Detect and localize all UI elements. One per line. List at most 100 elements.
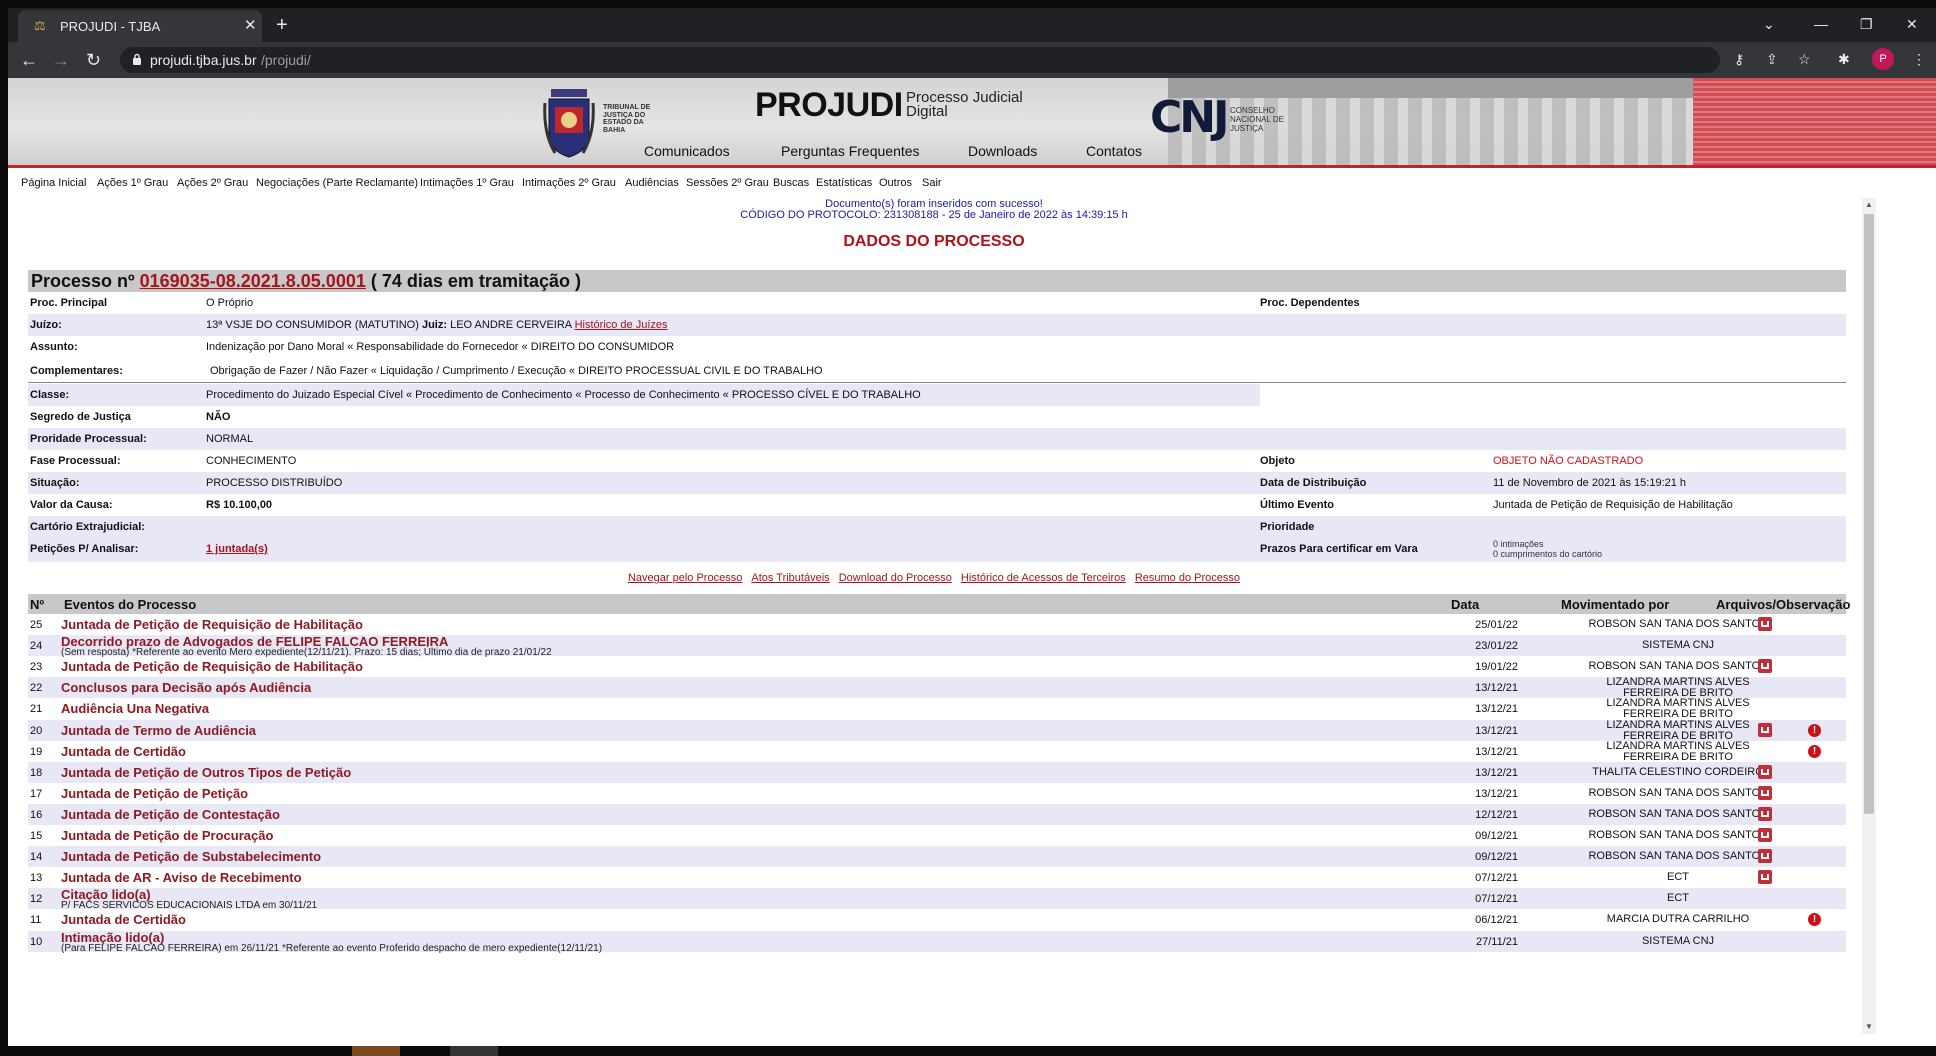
event-title-link[interactable]: Audiência Una Negativa <box>61 701 209 716</box>
tab-search-icon[interactable]: ⌄ <box>1763 14 1775 34</box>
download-file-icon[interactable] <box>1758 785 1772 800</box>
process-number-link[interactable]: 0169035-08.2021.8.05.0001 <box>140 271 366 291</box>
taskbar-app[interactable] <box>352 1046 400 1056</box>
event-title-link[interactable]: Conclusos para Decisão após Audiência <box>61 680 311 695</box>
event-date: 13/12/21 <box>1475 682 1518 695</box>
menu-pagina-inicial[interactable]: Página Inicial <box>21 177 86 189</box>
taskbar-app-2[interactable] <box>450 1046 498 1056</box>
reload-icon[interactable]: ↻ <box>86 49 101 71</box>
key-icon[interactable]: ⚷ <box>1734 49 1744 69</box>
event-title-link[interactable]: Juntada de Petição de Substabelecimento <box>61 849 321 864</box>
event-title-link[interactable]: Juntada de Petição de Petição <box>61 786 248 801</box>
extensions-puzzle-icon[interactable]: ✱ <box>1838 49 1850 69</box>
value-prioridade-processual: NORMAL <box>206 433 254 445</box>
menu-outros[interactable]: Outros <box>879 177 912 189</box>
download-file-icon[interactable] <box>1758 849 1772 864</box>
label-assunto: Assunto: <box>30 341 78 353</box>
label-segredo: Segredo de Justiça <box>30 411 131 423</box>
scrollbar-thumb[interactable] <box>1864 214 1874 814</box>
event-row: 22 Conclusos para Decisão após Audiência 1… <box>28 677 1846 699</box>
menu-kebab-icon[interactable]: ⋮ <box>1912 49 1926 69</box>
observation-alert-icon[interactable]: ! <box>1808 744 1821 758</box>
event-number: 16 <box>30 808 43 821</box>
restore-icon[interactable]: ❐ <box>1860 14 1873 34</box>
menu-audiencias[interactable]: Audiências <box>625 177 679 189</box>
event-date: 07/12/21 <box>1475 893 1518 906</box>
download-file-icon[interactable] <box>1758 659 1772 674</box>
scroll-down-arrow-icon[interactable]: ▼ <box>1865 1022 1873 1031</box>
bookmark-star-icon[interactable]: ☆ <box>1798 49 1811 69</box>
observation-alert-icon[interactable]: ! <box>1808 913 1821 927</box>
label-prazos: Prazos Para certificar em Vara <box>1260 543 1418 555</box>
event-title-link[interactable]: Juntada de Termo de Audiência <box>61 723 256 738</box>
download-file-icon[interactable] <box>1758 722 1772 737</box>
new-tab-icon[interactable]: + <box>276 15 288 35</box>
download-file-icon[interactable] <box>1758 828 1772 842</box>
label-prioridade: Prioridade <box>1260 521 1315 533</box>
close-window-icon[interactable]: ✕ <box>1906 14 1918 34</box>
menu-sair[interactable]: Sair <box>922 177 942 189</box>
minimize-icon[interactable]: — <box>1814 14 1828 34</box>
menu-acoes-1-grau[interactable]: Ações 1º Grau <box>97 177 168 189</box>
event-title-link[interactable]: Juntada de Petição de Procuração <box>61 828 273 843</box>
event-detail: (Para FELIPE FALCAO FERREIRA) em 26/11/2… <box>61 942 603 954</box>
download-processo-link[interactable]: Download do Processo <box>839 572 952 584</box>
download-file-icon[interactable] <box>1758 617 1772 631</box>
nav-downloads[interactable]: Downloads <box>968 143 1037 159</box>
event-title-link[interactable]: Juntada de Petição de Contestação <box>61 807 280 822</box>
row-cartorio: Cartório Extrajudicial: Prioridade <box>28 516 1846 538</box>
event-date: 09/12/21 <box>1475 830 1518 842</box>
menu-buscas[interactable]: Buscas <box>773 177 809 189</box>
event-title-link[interactable]: Juntada de Certidão <box>61 912 186 927</box>
event-title-link[interactable]: Juntada de Certidão <box>61 744 186 759</box>
value-prazos-cumprimentos: 0 cumprimentos do cartório <box>1493 549 1603 559</box>
event-title-link[interactable]: Juntada de Petição de Outros Tipos de Pe… <box>61 765 351 780</box>
atos-tributaveis-link[interactable]: Atos Tributáveis <box>751 572 829 584</box>
event-row: 14 Juntada de Petição de Substabeleciment… <box>28 846 1846 868</box>
event-date: 13/12/21 <box>1475 703 1518 716</box>
historico-juizes-link[interactable]: Histórico de Juízes <box>575 319 668 331</box>
col-arquivos-observacao: Arquivos/Observação <box>1716 597 1851 612</box>
event-title-link[interactable]: Juntada de Petição de Requisição de Habi… <box>61 617 363 632</box>
browser-tab[interactable]: ⚖ PROJUDI - TJBA ✕ <box>18 10 262 42</box>
menu-acoes-2-grau[interactable]: Ações 2º Grau <box>177 177 248 189</box>
historico-acessos-link[interactable]: Histórico de Acessos de Terceiros <box>961 572 1126 584</box>
event-title-link[interactable]: Juntada de AR - Aviso de Recebimento <box>61 870 302 885</box>
menu-sessoes-2-grau[interactable]: Sessões 2º Grau <box>686 177 769 189</box>
download-file-icon[interactable] <box>1758 806 1772 821</box>
url-host: projudi.tjba.jus.br <box>150 52 257 68</box>
row-complementares: Complementares: Obrigação de Fazer / Não… <box>28 358 1846 383</box>
peticoes-juntadas-link[interactable]: 1 juntada(s) <box>206 543 268 555</box>
download-file-icon[interactable] <box>1758 764 1772 779</box>
lock-icon <box>133 53 141 65</box>
scroll-up-arrow-icon[interactable]: ▲ <box>1865 200 1873 209</box>
event-row: 24 Decorrido prazo de Advogados de FELIPE… <box>28 634 1846 658</box>
nav-contatos[interactable]: Contatos <box>1086 143 1142 159</box>
event-number: 21 <box>30 703 43 716</box>
event-row: 18 Juntada de Petição de Outros Tipos de … <box>28 761 1846 783</box>
download-file-icon[interactable] <box>1758 870 1772 885</box>
navegar-processo-link[interactable]: Navegar pelo Processo <box>628 572 742 584</box>
event-row: 20 Juntada de Termo de Audiência 13/12/21 L… <box>28 719 1846 741</box>
back-icon[interactable]: ← <box>20 49 38 71</box>
event-number: 10 <box>30 935 43 948</box>
label-cartorio: Cartório Extrajudicial: <box>30 521 145 533</box>
label-complementares: Complementares: <box>30 365 123 377</box>
event-title-link[interactable]: Juntada de Petição de Requisição de Habi… <box>61 659 363 674</box>
address-bar[interactable]: projudi.tjba.jus.br /projudi/ <box>120 47 1720 73</box>
resumo-processo-link[interactable]: Resumo do Processo <box>1135 572 1240 584</box>
tab-title: PROJUDI - TJBA <box>60 19 161 34</box>
menu-negociacoes[interactable]: Negociações (Parte Reclamante) <box>256 177 418 189</box>
label-juizo: Juízo: <box>30 319 62 331</box>
menu-intimacoes-1-grau[interactable]: Intimações 1º Grau <box>420 177 514 189</box>
observation-alert-icon[interactable]: ! <box>1808 723 1821 737</box>
menu-intimacoes-2-grau[interactable]: Intimações 2º Grau <box>522 177 616 189</box>
share-icon[interactable]: ⇪ <box>1766 49 1778 69</box>
forward-icon[interactable]: → <box>52 49 70 71</box>
close-tab-icon[interactable]: ✕ <box>244 17 257 35</box>
content-scrollbar[interactable]: ▲ ▼ <box>1862 198 1876 1034</box>
nav-perguntas-frequentes[interactable]: Perguntas Frequentes <box>781 143 920 159</box>
profile-avatar[interactable]: P <box>1872 48 1894 70</box>
nav-comunicados[interactable]: Comunicados <box>644 143 730 159</box>
menu-estatisticas[interactable]: Estatísticas <box>816 177 872 189</box>
